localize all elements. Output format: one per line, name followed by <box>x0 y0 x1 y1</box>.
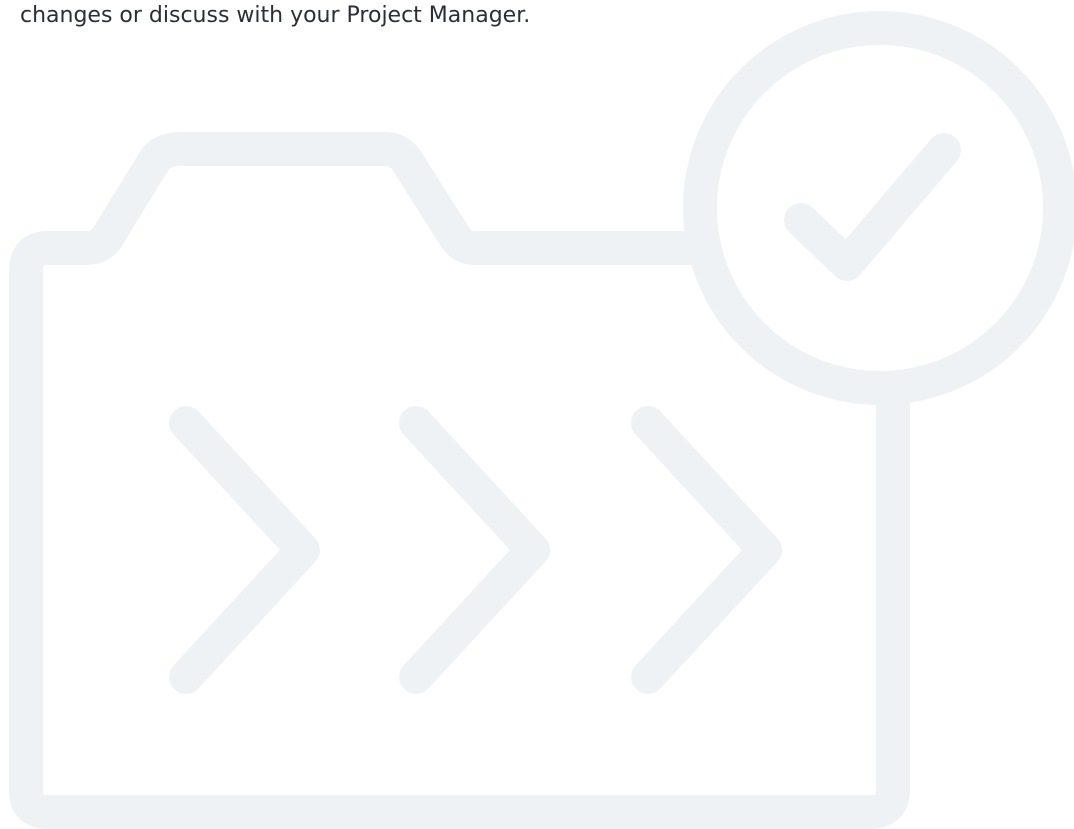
chevron-right-icon-1 <box>169 406 320 694</box>
folder-transfer-complete-icon <box>9 11 1074 829</box>
chevron-right-icon-3 <box>631 406 782 694</box>
checkmark-icon <box>784 133 961 281</box>
chevron-right-icon-2 <box>399 406 550 694</box>
